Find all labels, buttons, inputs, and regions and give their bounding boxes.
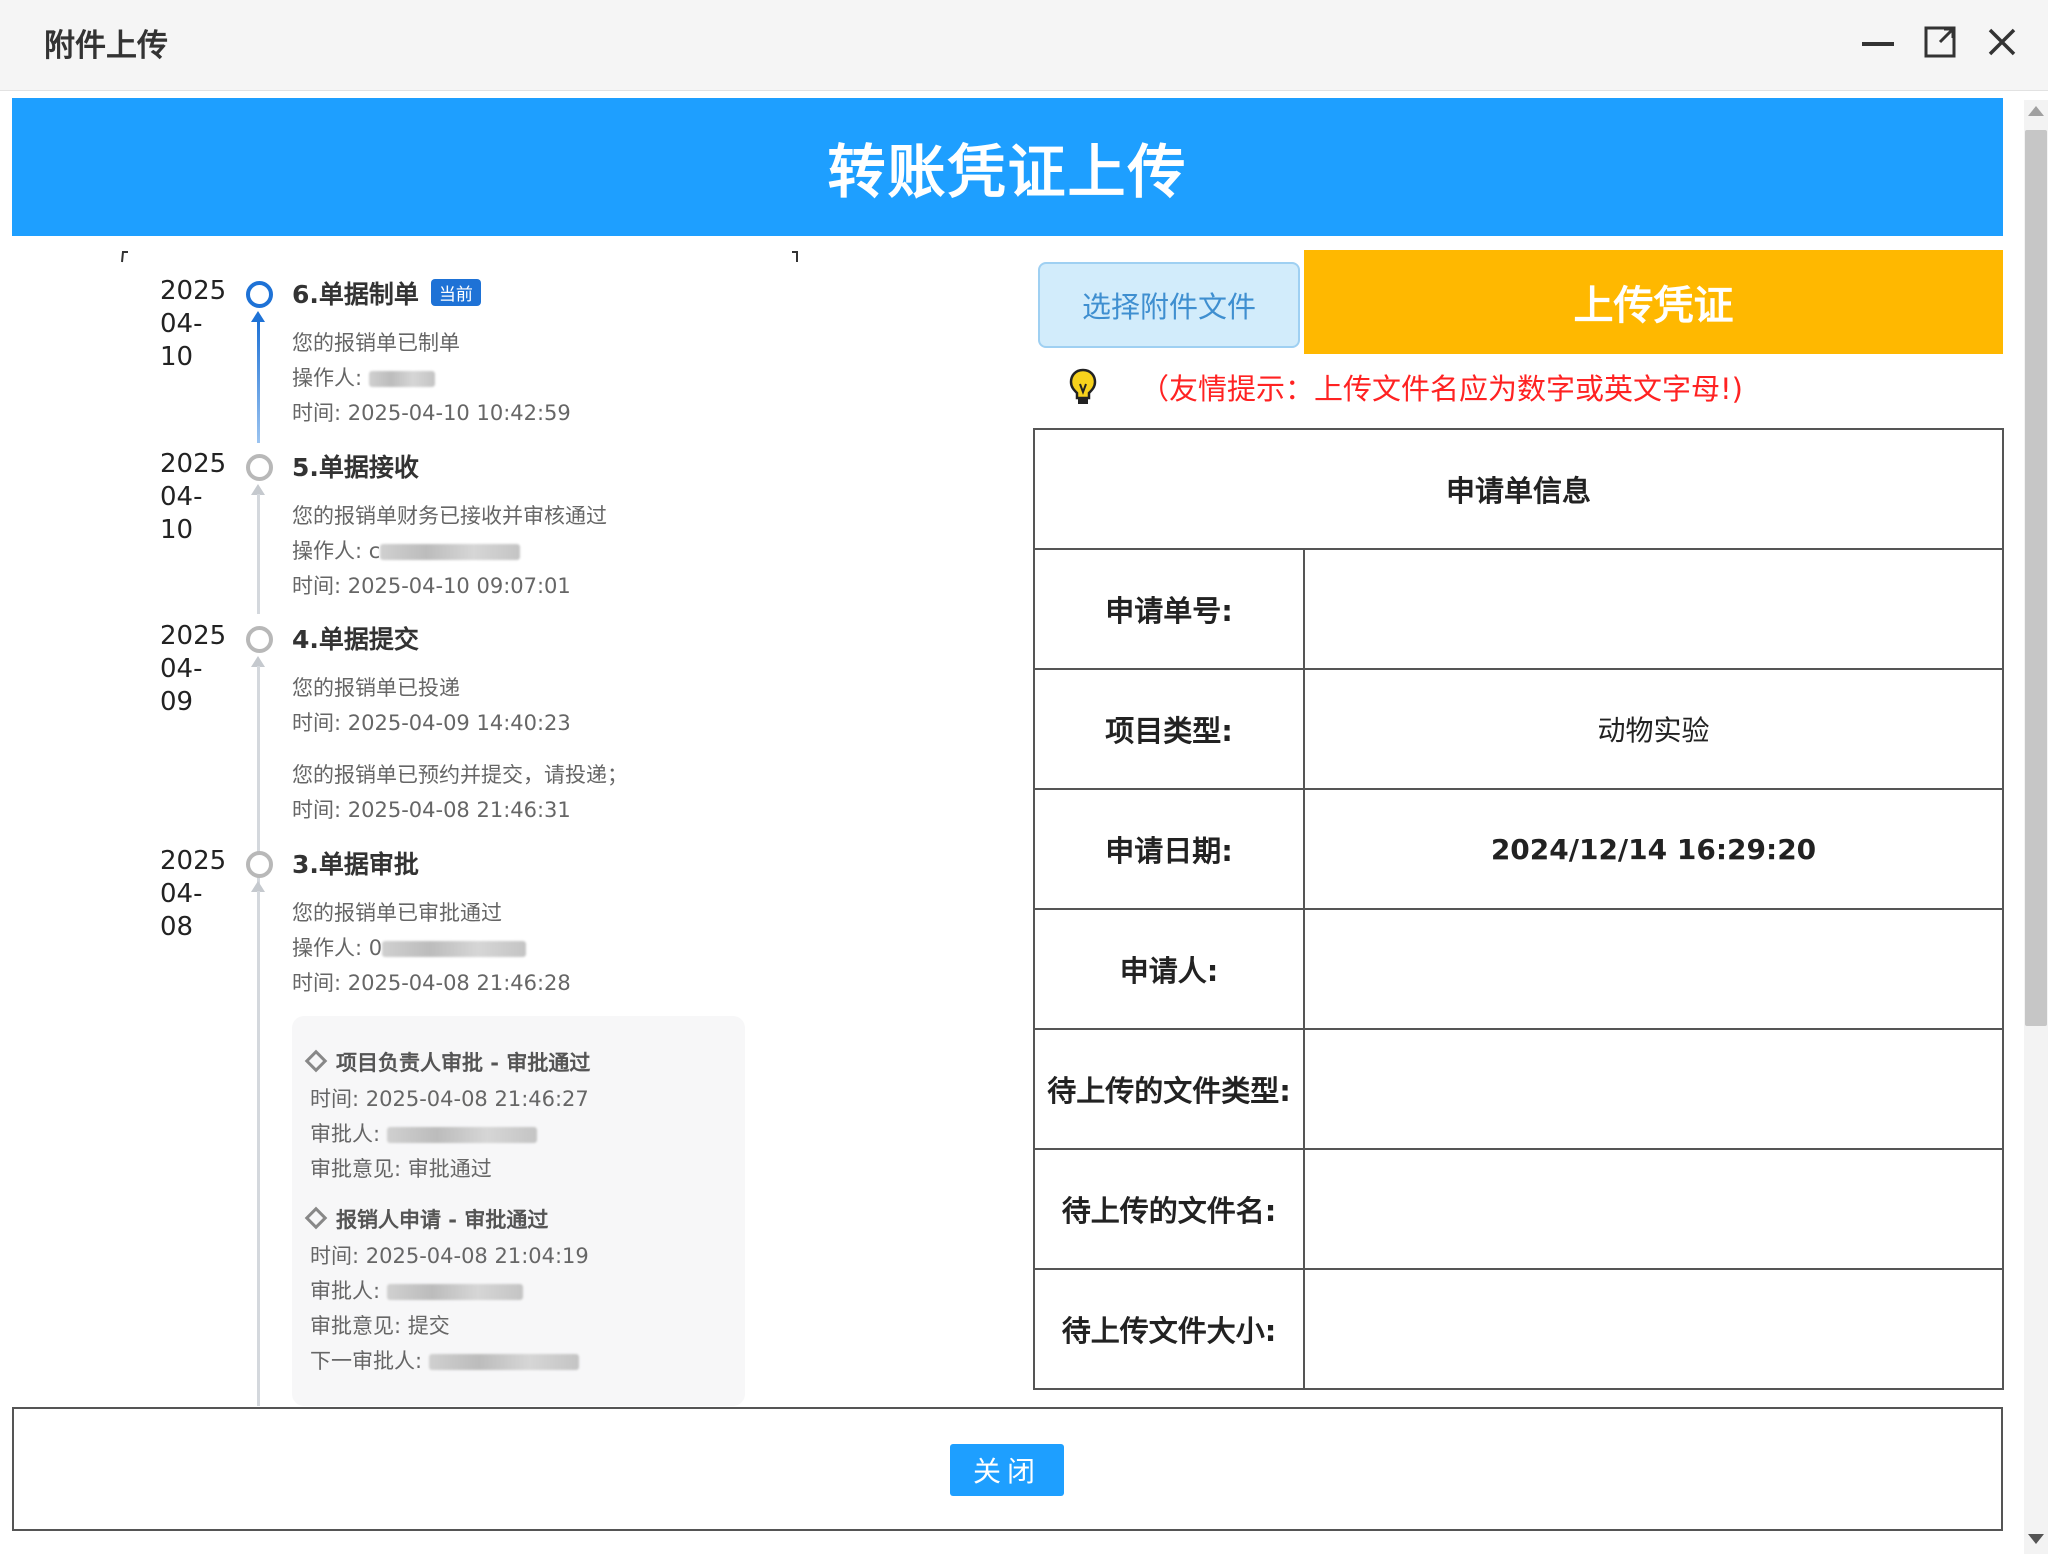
timeline-time: 时间: 2025-04-09 14:40:23: [292, 711, 571, 735]
timeline-current-dot-icon: [246, 281, 273, 308]
table-row: 申请人:: [1033, 908, 2004, 1030]
upload-hint-text: （友情提示：上传文件名应为数字或英文字母!): [1140, 372, 1743, 406]
timeline-date: 2025 04- 08: [160, 846, 227, 942]
table-row: 申请单信息: [1033, 428, 2004, 550]
field-value: [1303, 548, 2004, 670]
page-title: 转账凭证上传: [827, 138, 1188, 206]
timeline-text: 您的报销单已审批通过: [292, 901, 502, 925]
timeline-time: 时间: 2025-04-10 10:42:59: [292, 401, 571, 425]
timeline-line: [257, 494, 260, 614]
field-value: [1303, 1028, 2004, 1150]
timeline-text: 您的报销单已投递: [292, 676, 460, 700]
timeline-line: [257, 891, 260, 1406]
approval-approver: 审批人:: [310, 1275, 523, 1305]
corner-mark-icon: [792, 251, 798, 262]
timeline-title: 5.单据接收: [292, 453, 419, 482]
timeline-title: 6.单据制单 当前: [292, 275, 481, 311]
timeline-dot-icon: [246, 454, 273, 481]
scrollbar-thumb[interactable]: [2025, 130, 2047, 1026]
field-value: 2024/12/14 16:29:20: [1303, 788, 2004, 910]
close-icon[interactable]: [1982, 22, 2022, 62]
table-header: 申请单信息: [1033, 428, 2004, 550]
timeline-title: 4.单据提交: [292, 625, 419, 654]
timeline-text: 您的报销单已制单: [292, 331, 460, 355]
field-label: 申请人:: [1033, 908, 1305, 1030]
window-title: 附件上传: [44, 28, 168, 64]
approval-opinion: 审批意见: 审批通过: [310, 1157, 492, 1181]
current-badge: 当前: [430, 279, 481, 306]
select-file-button[interactable]: 选择附件文件: [1038, 262, 1300, 348]
timeline-text: 您的报销单财务已接收并审核通过: [292, 504, 607, 528]
approval-time: 时间: 2025-04-08 21:46:27: [310, 1087, 589, 1111]
timeline-line: [257, 321, 260, 443]
close-button[interactable]: 关闭: [950, 1444, 1064, 1496]
maximize-icon[interactable]: [1920, 22, 1960, 62]
upload-voucher-button[interactable]: 上传凭证: [1304, 250, 2003, 354]
field-label: 待上传的文件名:: [1033, 1148, 1305, 1270]
timeline-text: 您的报销单已预约并提交，请投递；: [292, 763, 628, 787]
timeline-time: 时间: 2025-04-08 21:46:28: [292, 971, 571, 995]
table-row: 项目类型: 动物实验: [1033, 668, 2004, 790]
field-label: 申请日期:: [1033, 788, 1305, 910]
approval-title: 报销人申请 - 审批通过: [304, 1204, 548, 1234]
table-row: 待上传文件大小:: [1033, 1268, 2004, 1390]
approval-opinion: 审批意见: 提交: [310, 1314, 450, 1338]
timeline-date: 2025 04- 09: [160, 621, 227, 717]
table-row: 申请日期: 2024/12/14 16:29:20: [1033, 788, 2004, 910]
timeline-operator: 操作人: 0: [292, 932, 527, 962]
approval-approver: 审批人:: [310, 1118, 537, 1148]
timeline-operator: 操作人: c: [292, 535, 521, 565]
application-info-table: 申请单信息 申请单号: 项目类型: 动物实验 申请日期: 2024/12/14 …: [1033, 428, 2004, 1390]
scroll-up-icon[interactable]: [2028, 106, 2044, 116]
approval-title: 项目负责人审批 - 审批通过: [304, 1047, 590, 1077]
field-label: 项目类型:: [1033, 668, 1305, 790]
timeline-time: 时间: 2025-04-10 09:07:01: [292, 574, 571, 598]
field-label: 申请单号:: [1033, 548, 1305, 670]
timeline-date: 2025 04- 10: [160, 449, 227, 545]
minimize-icon[interactable]: [1858, 22, 1898, 62]
table-row: 待上传的文件类型:: [1033, 1028, 2004, 1150]
timeline-operator: 操作人:: [292, 362, 435, 392]
field-value: [1303, 908, 2004, 1030]
lightbulb-icon: [1069, 368, 1097, 404]
table-row: 申请单号:: [1033, 548, 2004, 670]
title-bar: 附件上传: [0, 0, 2048, 91]
table-row: 待上传的文件名:: [1033, 1148, 2004, 1270]
approval-time: 时间: 2025-04-08 21:04:19: [310, 1244, 589, 1268]
approval-next-approver: 下一审批人:: [310, 1345, 579, 1375]
corner-mark-icon: [121, 251, 128, 263]
diamond-icon: [304, 1049, 328, 1073]
timeline-dot-icon: [246, 626, 273, 653]
field-value: [1303, 1268, 2004, 1390]
page-banner: 转账凭证上传: [12, 98, 2003, 236]
field-label: 待上传文件大小:: [1033, 1268, 1305, 1390]
timeline-date: 2025 04- 10: [160, 276, 227, 372]
scroll-down-icon[interactable]: [2028, 1534, 2044, 1544]
timeline-title: 3.单据审批: [292, 850, 419, 879]
field-value: [1303, 1148, 2004, 1270]
field-label: 待上传的文件类型:: [1033, 1028, 1305, 1150]
timeline-dot-icon: [246, 851, 273, 878]
field-value: 动物实验: [1303, 668, 2004, 790]
diamond-icon: [304, 1206, 328, 1230]
timeline-time: 时间: 2025-04-08 21:46:31: [292, 798, 571, 822]
